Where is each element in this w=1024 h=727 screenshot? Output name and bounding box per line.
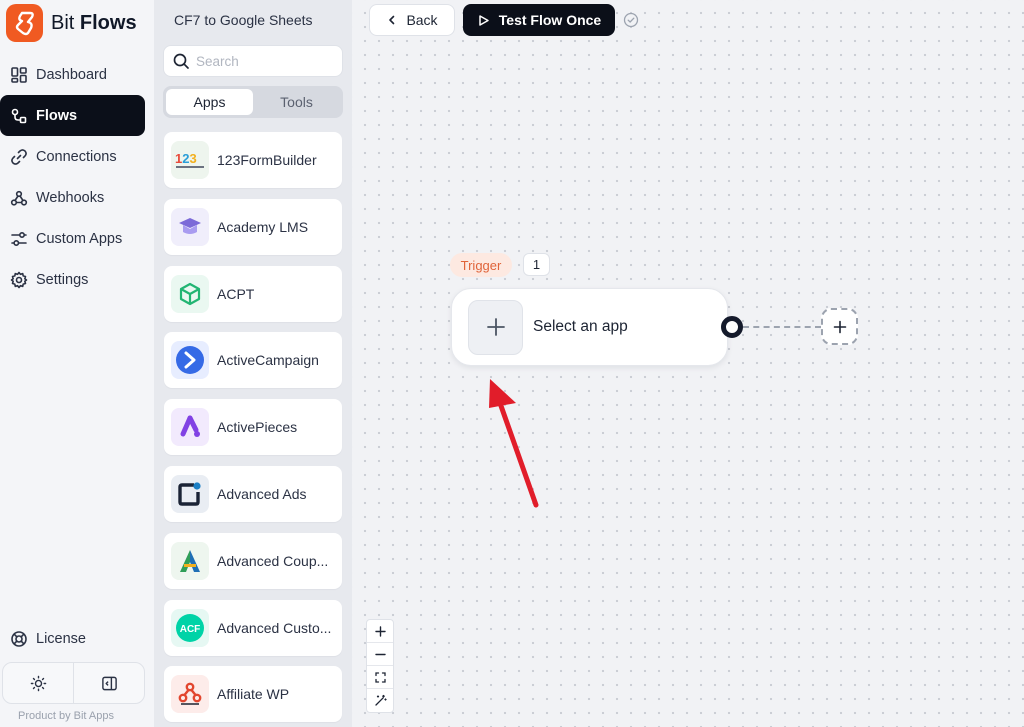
app-item-activepieces[interactable]: ActivePieces — [164, 399, 342, 456]
app-name: Advanced Custo... — [217, 619, 332, 636]
chevron-left-icon — [389, 15, 395, 25]
plus-icon — [374, 625, 386, 637]
auto-layout-button[interactable] — [367, 689, 393, 712]
panel-tabs: Apps Tools — [163, 86, 343, 118]
app-picker-panel: CF7 to Google Sheets Apps Tools 123 123F… — [154, 0, 352, 727]
tab-apps[interactable]: Apps — [166, 89, 253, 115]
activecampaign-logo-icon — [171, 341, 209, 380]
app-name: ACPT — [217, 285, 255, 302]
nav-item-label: Dashboard — [36, 66, 107, 83]
magic-wand-icon — [374, 694, 387, 706]
zoom-controls — [366, 619, 394, 713]
activepieces-logo-icon — [171, 408, 209, 447]
theme-toggle-button[interactable] — [3, 663, 73, 703]
app-item-advanced-ads[interactable]: Advanced Ads — [164, 465, 342, 522]
nav-item-custom-apps[interactable]: Custom Apps — [0, 218, 154, 259]
play-icon — [479, 14, 489, 26]
app-item-123formbuilder[interactable]: 123 123FormBuilder — [164, 132, 342, 188]
app-item-acpt[interactable]: ACPT — [164, 265, 342, 322]
affiliatewp-logo-icon — [171, 675, 209, 714]
product-credit: Product by Bit Apps — [18, 710, 114, 722]
svg-text:123: 123 — [175, 151, 197, 166]
add-step-button[interactable] — [821, 308, 858, 345]
nav-item-flows[interactable]: Flows — [0, 95, 145, 136]
zoom-out-button[interactable] — [367, 643, 393, 666]
svg-text:ACF: ACF — [180, 624, 201, 635]
brand-logo[interactable]: Bit Flows — [6, 4, 137, 42]
sidebar-collapse-icon — [101, 676, 117, 690]
collapse-sidebar-button[interactable] — [73, 663, 144, 703]
nav-item-label: Flows — [36, 107, 78, 124]
app-item-affiliate-wp[interactable]: Affiliate WP — [164, 666, 342, 723]
nav-item-label: Custom Apps — [36, 230, 123, 247]
app-item-advanced-custom-fields[interactable]: ACF Advanced Custo... — [164, 599, 342, 656]
flow-title[interactable]: CF7 to Google Sheets — [174, 12, 313, 28]
connector-edge — [743, 326, 821, 328]
sun-icon — [30, 675, 46, 691]
link-icon — [11, 148, 27, 165]
app-name: Affiliate WP — [217, 686, 290, 703]
fit-view-button[interactable] — [367, 666, 393, 689]
node-output-port[interactable] — [721, 316, 743, 338]
lifebuoy-icon — [11, 631, 27, 647]
dashboard-icon — [11, 66, 27, 83]
acf-logo-icon: ACF — [171, 608, 209, 647]
app-name: 123FormBuilder — [217, 152, 317, 168]
trigger-badge: Trigger — [450, 253, 512, 277]
brand-name: Bit Flows — [51, 11, 137, 34]
nav-item-settings[interactable]: Settings — [0, 259, 154, 300]
back-label: Back — [406, 12, 438, 28]
license-label: License — [36, 631, 86, 647]
app-search-box — [163, 45, 343, 77]
sliders-icon — [11, 231, 27, 246]
nav-item-label: Webhooks — [36, 189, 105, 206]
main-sidebar: Bit Flows Dashboard Flows Connections We… — [0, 0, 154, 727]
app-name: ActiveCampaign — [217, 352, 319, 369]
app-name: Advanced Coup... — [217, 552, 329, 569]
red-arrow-annotation — [489, 379, 539, 508]
minus-icon — [374, 653, 386, 655]
fullscreen-icon — [374, 671, 386, 683]
flows-icon — [11, 108, 27, 123]
nav-item-dashboard[interactable]: Dashboard — [0, 54, 154, 95]
graduation-cap-icon — [171, 207, 209, 246]
nav-item-connections[interactable]: Connections — [0, 136, 154, 177]
bitflows-logo-icon — [6, 4, 43, 42]
app-list: 123 123FormBuilder Academy LMS ACPT Acti… — [164, 132, 342, 727]
advanced-ads-logo-icon — [171, 474, 209, 513]
cube-icon — [171, 274, 209, 313]
zoom-in-button[interactable] — [367, 620, 393, 643]
select-app-button[interactable] — [468, 299, 523, 355]
app-item-advanced-coupons[interactable]: Advanced Coup... — [164, 532, 342, 589]
app-name: Advanced Ads — [217, 485, 307, 502]
test-flow-label: Test Flow Once — [498, 12, 602, 28]
sidebar-footer-controls — [2, 662, 145, 704]
app-item-academy-lms[interactable]: Academy LMS — [164, 198, 342, 255]
advanced-coupons-logo-icon — [171, 541, 209, 580]
app-name: ActivePieces — [217, 419, 298, 436]
nav-item-license[interactable]: License — [10, 630, 86, 648]
plus-icon — [486, 318, 505, 336]
123formbuilder-logo-icon: 123 — [171, 141, 209, 179]
app-name: Academy LMS — [217, 218, 309, 235]
search-icon — [173, 53, 189, 69]
check-circle-icon[interactable] — [623, 12, 639, 28]
trigger-node[interactable]: Select an app — [451, 288, 728, 366]
tab-tools[interactable]: Tools — [253, 89, 340, 115]
nav-item-label: Connections — [36, 148, 117, 165]
step-number-badge: 1 — [523, 253, 550, 276]
webhook-icon — [10, 190, 28, 206]
nav-menu: Dashboard Flows Connections Webhooks Cus… — [0, 54, 154, 300]
back-button[interactable]: Back — [369, 4, 455, 36]
app-search-input[interactable] — [196, 53, 336, 69]
node-label: Select an app — [533, 318, 628, 335]
app-item-activecampaign[interactable]: ActiveCampaign — [164, 332, 342, 389]
gear-icon — [10, 271, 28, 288]
plus-icon — [833, 320, 846, 333]
test-flow-once-button[interactable]: Test Flow Once — [463, 4, 615, 36]
nav-item-label: Settings — [36, 271, 89, 288]
nav-item-webhooks[interactable]: Webhooks — [0, 177, 154, 218]
flow-canvas[interactable]: Back Test Flow Once Trigger 1 Select an … — [352, 0, 1024, 727]
